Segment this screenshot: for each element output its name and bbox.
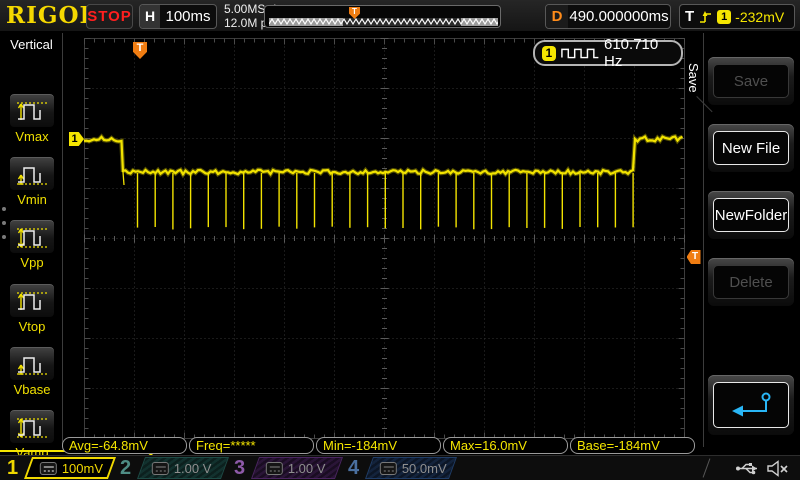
frequency-counter-channel-badge: 1 <box>542 46 556 61</box>
menu-item-label: Vmin <box>9 192 55 207</box>
channel4-number[interactable]: 4 <box>348 456 359 480</box>
channel3-scale: 1.00 V <box>288 461 326 476</box>
measure-menu-title: Vertical <box>0 37 63 52</box>
delete-button-label: Delete <box>713 265 789 299</box>
menu-item-label: Vtop <box>9 319 55 334</box>
menu-item-vbase[interactable]: Vbase <box>9 346 55 397</box>
delay-label: D <box>546 5 568 28</box>
square-wave-icon <box>561 46 599 60</box>
delete-button[interactable]: Delete <box>708 258 794 306</box>
trigger-label: T <box>685 8 694 25</box>
timebase-value: 100ms <box>160 8 216 25</box>
delay-value: 490.000000ms <box>568 8 670 25</box>
dc-coupling-icon <box>40 462 57 475</box>
vmax-icon <box>9 93 55 128</box>
menu-item-label: Vbase <box>9 382 55 397</box>
channel3-number[interactable]: 3 <box>234 456 245 480</box>
horizontal-timebase[interactable]: H 100ms <box>139 4 217 29</box>
status-bar-divider <box>703 458 711 477</box>
delay-readout[interactable]: D 490.000000ms <box>545 4 671 29</box>
menu-page-dot <box>2 221 6 225</box>
channel1-scale-tab[interactable]: 100mV <box>24 457 116 479</box>
new-folder-button[interactable]: NewFolder <box>708 191 794 239</box>
return-arrow-icon <box>726 390 776 420</box>
frequency-value: 610.710 Hz <box>604 36 674 70</box>
frequency-counter: 1 610.710 Hz <box>533 40 683 66</box>
channel1-number[interactable]: 1 <box>7 456 18 480</box>
measurement-avg[interactable]: Avg=-64.8mV <box>62 437 187 454</box>
dc-coupling-icon <box>380 462 397 475</box>
menu-page-dot <box>2 235 6 239</box>
channel2-scale-tab[interactable]: 1.00 V <box>137 457 229 479</box>
menu-item-vmax[interactable]: Vmax <box>9 93 55 144</box>
menu-page-dot <box>2 207 6 211</box>
channel2-number[interactable]: 2 <box>120 456 131 480</box>
channel1-trace <box>84 137 683 230</box>
speaker-muted-icon <box>766 460 790 477</box>
menu-item-vmin[interactable]: Vmin <box>9 156 55 207</box>
save-menu-tab: Save <box>686 56 701 100</box>
channel1-scale: 100mV <box>62 461 103 476</box>
dc-coupling-icon <box>266 462 283 475</box>
trigger-level-value: -232mV <box>735 9 784 25</box>
save-button[interactable]: Save <box>708 57 794 105</box>
new-file-button-label: New File <box>713 131 789 165</box>
vtop-icon <box>9 283 55 318</box>
vpp-icon <box>9 219 55 254</box>
menu-item-vtop[interactable]: Vtop <box>9 283 55 334</box>
vmin-icon <box>9 156 55 191</box>
measurement-base[interactable]: Base=-184mV <box>570 437 695 454</box>
measurement-max[interactable]: Max=16.0mV <box>443 437 568 454</box>
measure-menu: Vertical VmaxVminVppVtopVbaseVamp <box>0 33 63 447</box>
menu-item-label: Vmax <box>9 129 55 144</box>
menu-item-label: Vpp <box>9 255 55 270</box>
new-folder-button-label: NewFolder <box>713 198 789 232</box>
channel4-scale-tab[interactable]: 50.0mV <box>365 457 457 479</box>
trigger-readout[interactable]: T 1 -232mV <box>679 4 795 29</box>
rising-edge-icon <box>698 9 713 25</box>
vamp-icon <box>9 409 55 444</box>
channel3-scale-tab[interactable]: 1.00 V <box>251 457 343 479</box>
top-status-bar: RIGOL STOP H 100ms 5.00MSa/s 12.0M pts T… <box>0 0 800 33</box>
rigol-logo: RIGOL <box>6 2 97 29</box>
run-stop-status[interactable]: STOP <box>86 4 133 29</box>
oscilloscope-screen: RIGOL STOP H 100ms 5.00MSa/s 12.0M pts T… <box>0 0 800 480</box>
memory-waveform-icon <box>269 14 498 28</box>
menu-item-vpp[interactable]: Vpp <box>9 219 55 270</box>
trigger-source-badge: 1 <box>717 10 731 24</box>
menu-item-vamp[interactable]: Vamp <box>9 409 55 460</box>
channel-status-bar: 1 100mV 2 1.00 V 3 1.00 V 4 50.0mV <box>0 455 800 480</box>
graticule-grid <box>85 39 685 439</box>
return-button[interactable] <box>708 375 794 435</box>
channel2-scale: 1.00 V <box>174 461 212 476</box>
vbase-icon <box>9 346 55 381</box>
channel4-scale: 50.0mV <box>402 461 447 476</box>
new-file-button[interactable]: New File <box>708 124 794 172</box>
graticule-and-trace <box>63 33 700 447</box>
save-button-label: Save <box>713 64 789 98</box>
waveform-display: T 1 T 1 610.710 Hz <box>63 33 700 447</box>
dc-coupling-icon <box>152 462 169 475</box>
measurement-min[interactable]: Min=-184mV <box>316 437 441 454</box>
memory-position-bar[interactable]: T <box>264 5 501 28</box>
horizontal-label: H <box>140 5 160 28</box>
measurement-freq[interactable]: Freq=***** <box>189 437 314 454</box>
usb-icon <box>735 461 761 476</box>
